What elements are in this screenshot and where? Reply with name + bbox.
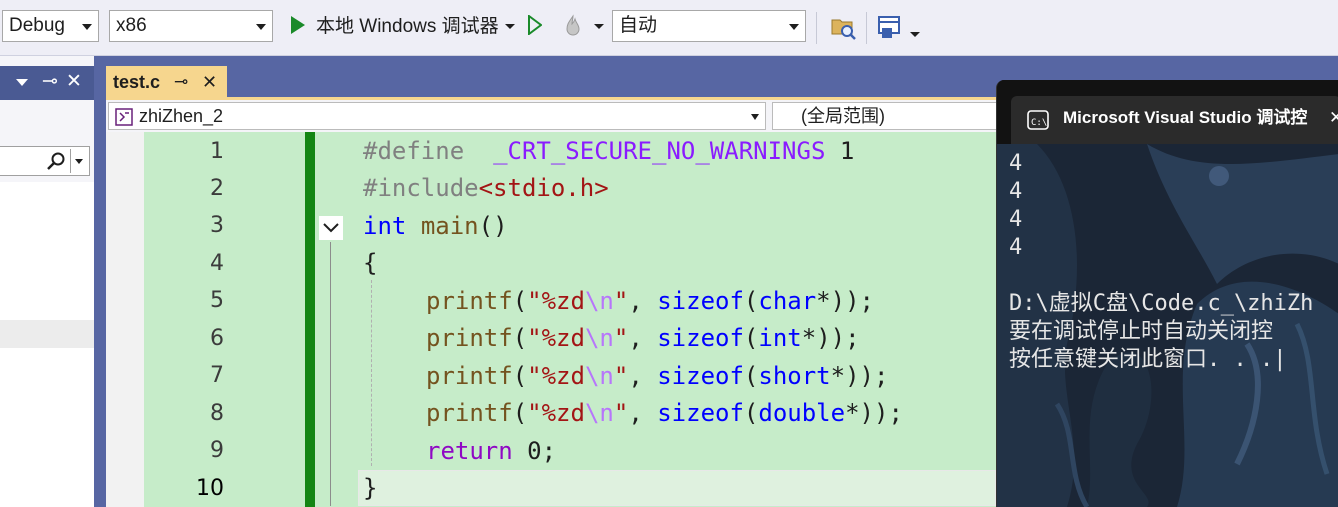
code-line[interactable]: #define _CRT_SECURE_NO_WARNINGS 1 xyxy=(363,137,854,165)
tree-selected-row[interactable] xyxy=(0,320,94,348)
global-scope-combo[interactable]: (全局范围) xyxy=(772,102,1012,130)
change-tracking-bar xyxy=(305,132,315,507)
hot-reload-icon[interactable] xyxy=(561,14,585,38)
tab-test-c[interactable]: test.c ⊸ ✕ xyxy=(106,66,227,98)
code-line[interactable]: printf("%zd\n", sizeof(short*)); xyxy=(426,362,888,390)
chevron-down-icon xyxy=(256,24,266,30)
code-line[interactable]: } xyxy=(363,474,377,502)
search-options-icon[interactable] xyxy=(75,159,83,164)
line-number: 5 xyxy=(210,288,224,313)
panel-close-icon[interactable]: ✕ xyxy=(66,70,82,94)
hot-reload-dropdown-icon[interactable] xyxy=(594,24,604,29)
start-debug-icon[interactable] xyxy=(291,16,305,34)
console-tab[interactable]: C:\ Microsoft Visual Studio 调试控 ✕ xyxy=(1011,96,1338,144)
line-number: 9 xyxy=(210,438,224,463)
console-icon: C:\ xyxy=(1027,110,1049,130)
code-line[interactable]: { xyxy=(363,249,377,277)
solution-config-value: Debug xyxy=(9,15,65,36)
debug-console-window[interactable]: C:\ Microsoft Visual Studio 调试控 ✕ 4 4 4 … xyxy=(996,80,1338,507)
fold-range-line xyxy=(330,242,331,506)
panel-pin-icon[interactable]: ⊸ xyxy=(42,70,58,94)
console-title: Microsoft Visual Studio 调试控 xyxy=(1063,108,1308,127)
chevron-down-icon xyxy=(751,114,759,120)
start-debugger-button[interactable]: 本地 Windows 调试器 xyxy=(316,14,499,40)
start-mode-combo[interactable]: 自动 xyxy=(612,10,806,42)
code-line[interactable]: printf("%zd\n", sizeof(int*)); xyxy=(426,324,860,352)
start-mode-value: 自动 xyxy=(619,15,658,36)
code-line[interactable]: int main() xyxy=(363,212,508,240)
toolbar: Debug x86 本地 Windows 调试器 自动 xyxy=(0,0,1338,56)
debugger-dropdown-icon[interactable] xyxy=(505,24,515,29)
current-line-highlight xyxy=(358,470,996,506)
global-scope-value: (全局范围) xyxy=(801,106,885,126)
panel-menu-icon[interactable] xyxy=(16,79,28,86)
toolbar-overflow-icon[interactable] xyxy=(910,32,920,37)
function-scope-combo[interactable]: zhiZhen_2 xyxy=(108,102,766,130)
solution-config-combo[interactable]: Debug xyxy=(2,10,99,42)
line-number: 3 xyxy=(210,213,224,238)
line-number: 8 xyxy=(210,401,224,426)
project-icon xyxy=(115,108,133,126)
console-close-icon[interactable]: ✕ xyxy=(1329,106,1338,130)
panel-header: ⊸ ✕ xyxy=(0,66,94,100)
search-icon[interactable] xyxy=(46,151,66,171)
chevron-down-icon xyxy=(789,24,799,30)
panel-search-input[interactable] xyxy=(0,146,90,176)
tab-pin-icon[interactable]: ⊸ xyxy=(174,70,188,94)
console-output-line: 按任意键关闭此窗口. . .| xyxy=(1009,347,1287,372)
fold-toggle-icon[interactable] xyxy=(319,216,343,240)
platform-value: x86 xyxy=(116,15,147,36)
line-number: 6 xyxy=(210,326,224,351)
toolbar-separator xyxy=(816,12,817,44)
platform-combo[interactable]: x86 xyxy=(109,10,273,42)
code-line[interactable]: #include<stdio.h> xyxy=(363,174,609,202)
start-without-debug-icon[interactable] xyxy=(528,15,542,35)
code-editor[interactable]: 1 2 3 4 5 6 7 8 9 10 #define _CRT_SECURE… xyxy=(106,132,996,507)
line-number: 2 xyxy=(210,176,224,201)
line-number: 1 xyxy=(210,139,224,164)
svg-text:C:\: C:\ xyxy=(1031,118,1047,128)
console-output-area[interactable]: 4 4 4 4 D:\虚拟C盘\Code.c_\zhiZh 要在调试停止时自动关… xyxy=(997,144,1338,507)
tab-close-icon[interactable]: ✕ xyxy=(202,70,217,94)
code-line[interactable]: printf("%zd\n", sizeof(char*)); xyxy=(426,287,874,315)
indent-guide xyxy=(371,280,372,466)
toolbar-separator xyxy=(866,12,867,44)
console-output-line: D:\虚拟C盘\Code.c_\zhiZh xyxy=(1009,291,1314,316)
solution-explorer-panel: ⊸ ✕ xyxy=(0,56,94,507)
editor-margin xyxy=(106,132,144,507)
code-line[interactable]: return 0; xyxy=(426,437,556,465)
console-output-line: 4 xyxy=(1009,179,1023,204)
chevron-down-icon xyxy=(82,24,92,30)
find-in-files-icon[interactable] xyxy=(830,14,856,40)
line-number: 4 xyxy=(210,251,224,276)
console-output-line: 4 xyxy=(1009,151,1023,176)
console-output-line: 要在调试停止时自动关闭控 xyxy=(1009,319,1274,344)
line-number: 7 xyxy=(210,363,224,388)
function-scope-value: zhiZhen_2 xyxy=(139,106,224,126)
search-divider xyxy=(70,149,71,173)
console-output-line: 4 xyxy=(1009,235,1023,260)
tab-label: test.c xyxy=(113,72,161,92)
line-number: 10 xyxy=(196,476,224,501)
window-layout-icon[interactable] xyxy=(876,14,902,40)
console-titlebar: C:\ Microsoft Visual Studio 调试控 ✕ xyxy=(997,80,1338,144)
code-line[interactable]: printf("%zd\n", sizeof(double*)); xyxy=(426,399,903,427)
console-output-line: 4 xyxy=(1009,207,1023,232)
